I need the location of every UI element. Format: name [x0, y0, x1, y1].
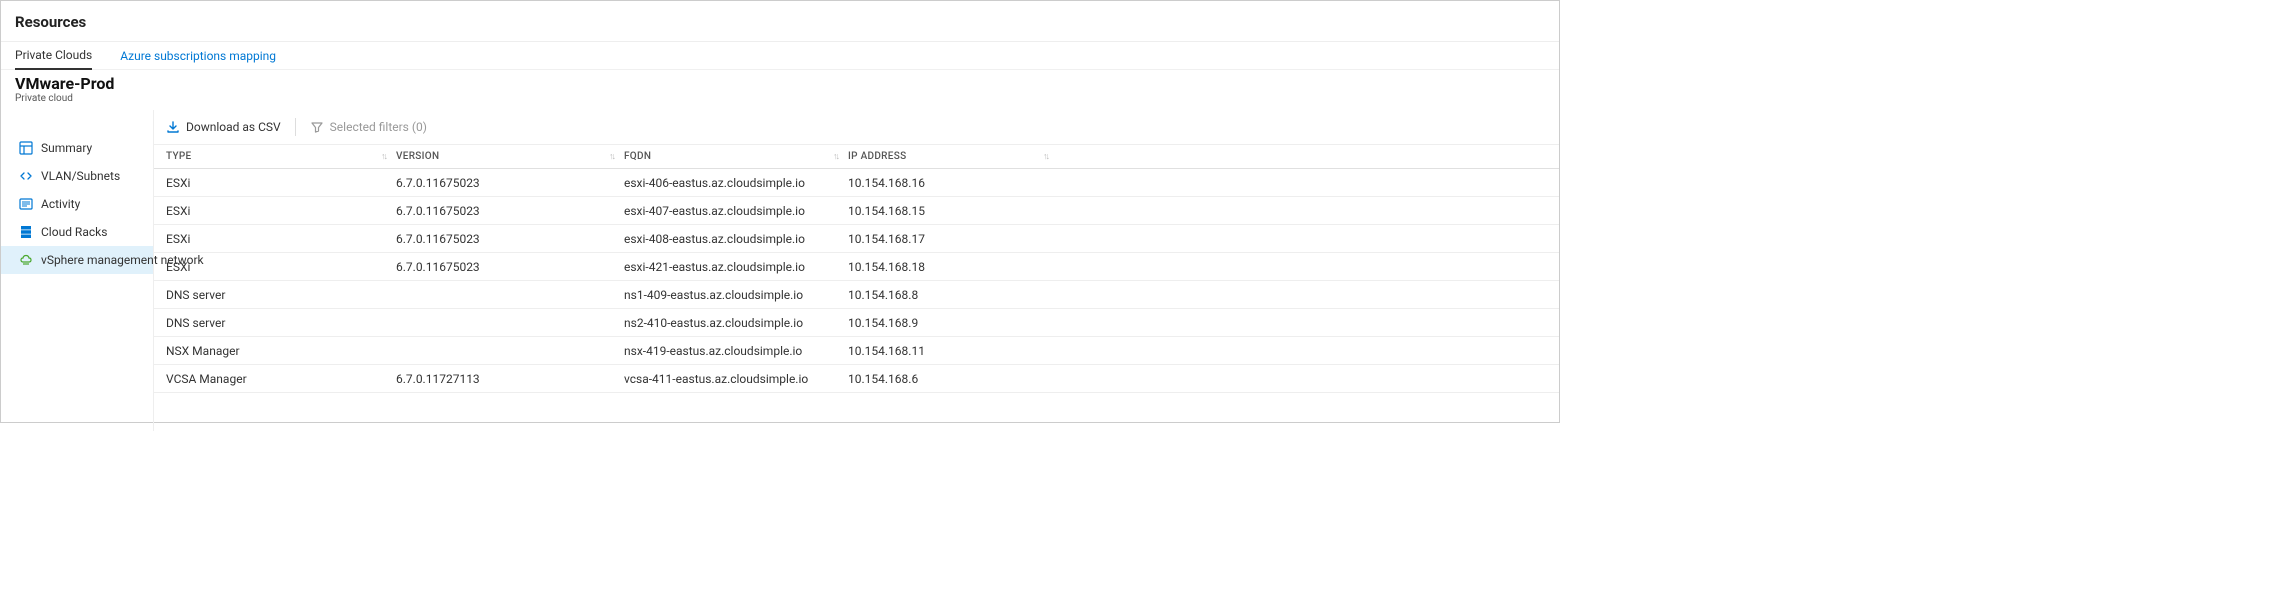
- column-label: FQDN: [624, 151, 651, 162]
- table-row[interactable]: ESXi6.7.0.11675023esxi-408-eastus.az.clo…: [154, 225, 1559, 253]
- cell-type: DNS server: [166, 288, 396, 302]
- summary-icon: [19, 141, 33, 155]
- cloud-name: VMware-Prod: [15, 74, 1545, 93]
- download-csv-button[interactable]: Download as CSV: [166, 120, 281, 134]
- sidebar-item-cloud-racks[interactable]: Cloud Racks: [1, 218, 153, 246]
- cell-fqdn: esxi-407-eastus.az.cloudsimple.io: [624, 204, 848, 218]
- tab-azure-subscriptions[interactable]: Azure subscriptions mapping: [120, 43, 276, 69]
- column-label: IP ADDRESS: [848, 151, 906, 162]
- cell-ip: 10.154.168.9: [848, 316, 1058, 330]
- cloud-title-block: VMware-Prod Private cloud: [1, 70, 1559, 110]
- table-row[interactable]: ESXi6.7.0.11675023esxi-407-eastus.az.clo…: [154, 197, 1559, 225]
- filter-label: Selected filters (0): [330, 120, 427, 134]
- column-header-ip[interactable]: IP ADDRESS ↑↓: [848, 151, 1058, 162]
- table-body: ESXi6.7.0.11675023esxi-406-eastus.az.clo…: [154, 169, 1559, 393]
- cell-type: ESXi: [166, 232, 396, 246]
- filter-icon: [310, 120, 324, 134]
- cell-type: VCSA Manager: [166, 372, 396, 386]
- activity-icon: [19, 197, 33, 211]
- table-header-row: TYPE ↑↓ VERSION ↑↓ FQDN ↑↓ IP ADDRESS ↑↓: [154, 145, 1559, 169]
- toolbar: Download as CSV Selected filters (0): [154, 110, 1559, 145]
- cell-ip: 10.154.168.17: [848, 232, 1058, 246]
- vlan-icon: [19, 169, 33, 183]
- sidebar-item-vlan[interactable]: VLAN/Subnets: [1, 162, 153, 190]
- toolbar-separator: [295, 118, 296, 136]
- main-content: Download as CSV Selected filters (0) TYP…: [153, 110, 1559, 431]
- sidebar-item-label: Summary: [41, 141, 92, 155]
- cell-ip: 10.154.168.18: [848, 260, 1058, 274]
- sidebar-item-activity[interactable]: Activity: [1, 190, 153, 218]
- table-row[interactable]: DNS server ns1-409-eastus.az.cloudsimple.…: [154, 281, 1559, 309]
- column-header-type[interactable]: TYPE ↑↓: [166, 151, 396, 162]
- download-icon: [166, 120, 180, 134]
- table-row[interactable]: DNS server ns2-410-eastus.az.cloudsimple.…: [154, 309, 1559, 337]
- cell-version: 6.7.0.11675023: [396, 204, 624, 218]
- cell-ip: 10.154.168.16: [848, 176, 1058, 190]
- page-header: Resources: [1, 1, 1559, 42]
- cell-version: 6.7.0.11727113: [396, 372, 624, 386]
- sort-icon: ↑↓: [609, 151, 614, 162]
- column-header-version[interactable]: VERSION ↑↓: [396, 151, 624, 162]
- tab-private-clouds[interactable]: Private Clouds: [15, 42, 92, 70]
- column-header-fqdn[interactable]: FQDN ↑↓: [624, 151, 848, 162]
- download-label: Download as CSV: [186, 120, 281, 134]
- sidebar-item-label: Activity: [41, 197, 80, 211]
- cell-version: 6.7.0.11675023: [396, 176, 624, 190]
- racks-icon: [19, 225, 33, 239]
- cell-type: DNS server: [166, 316, 396, 330]
- cell-type: ESXi: [166, 204, 396, 218]
- cell-ip: 10.154.168.6: [848, 372, 1058, 386]
- cell-fqdn: esxi-408-eastus.az.cloudsimple.io: [624, 232, 848, 246]
- cell-ip: 10.154.168.8: [848, 288, 1058, 302]
- sidebar-item-label: Cloud Racks: [41, 225, 107, 239]
- sort-icon: ↑↓: [381, 151, 386, 162]
- cell-type: NSX Manager: [166, 344, 396, 358]
- cell-fqdn: vcsa-411-eastus.az.cloudsimple.io: [624, 372, 848, 386]
- cell-fqdn: esxi-421-eastus.az.cloudsimple.io: [624, 260, 848, 274]
- cell-type: ESXi: [166, 176, 396, 190]
- cell-version: 6.7.0.11675023: [396, 232, 624, 246]
- page-title: Resources: [15, 13, 1545, 31]
- sidebar-item-vsphere-network[interactable]: vSphere management network: [1, 246, 153, 274]
- table-row[interactable]: ESXi6.7.0.11675023esxi-421-eastus.az.clo…: [154, 253, 1559, 281]
- cell-ip: 10.154.168.15: [848, 204, 1058, 218]
- column-label: TYPE: [166, 151, 192, 162]
- column-label: VERSION: [396, 151, 439, 162]
- cloud-subtitle: Private cloud: [15, 93, 1545, 104]
- selected-filters-button[interactable]: Selected filters (0): [310, 120, 427, 134]
- sidebar-item-summary[interactable]: Summary: [1, 134, 153, 162]
- cell-ip: 10.154.168.11: [848, 344, 1058, 358]
- cell-type: ESXi: [166, 260, 396, 274]
- cell-fqdn: ns2-410-eastus.az.cloudsimple.io: [624, 316, 848, 330]
- cell-fqdn: esxi-406-eastus.az.cloudsimple.io: [624, 176, 848, 190]
- table-row[interactable]: VCSA Manager6.7.0.11727113vcsa-411-eastu…: [154, 365, 1559, 393]
- data-table: TYPE ↑↓ VERSION ↑↓ FQDN ↑↓ IP ADDRESS ↑↓…: [154, 145, 1559, 431]
- top-tabs: Private Clouds Azure subscriptions mappi…: [1, 42, 1559, 70]
- cell-fqdn: ns1-409-eastus.az.cloudsimple.io: [624, 288, 848, 302]
- vsphere-icon: [19, 253, 33, 267]
- cell-version: 6.7.0.11675023: [396, 260, 624, 274]
- cell-fqdn: nsx-419-eastus.az.cloudsimple.io: [624, 344, 848, 358]
- table-row[interactable]: ESXi6.7.0.11675023esxi-406-eastus.az.clo…: [154, 169, 1559, 197]
- sort-icon: ↑↓: [833, 151, 838, 162]
- sort-icon: ↑↓: [1043, 151, 1048, 162]
- sidebar: Summary VLAN/Subnets Activity Cloud Rack…: [1, 110, 153, 431]
- table-row[interactable]: NSX Manager nsx-419-eastus.az.cloudsimple…: [154, 337, 1559, 365]
- sidebar-item-label: VLAN/Subnets: [41, 169, 120, 183]
